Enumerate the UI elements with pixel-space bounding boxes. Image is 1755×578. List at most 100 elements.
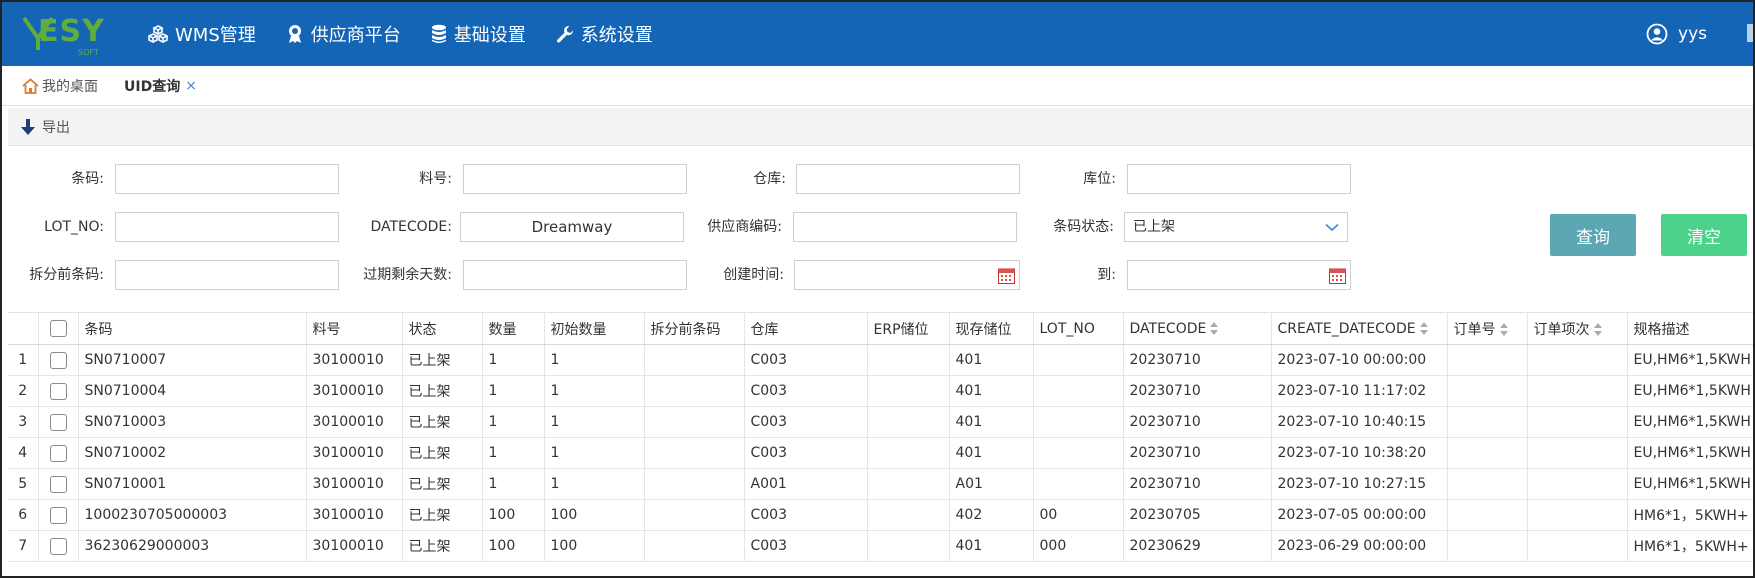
partno-input[interactable] bbox=[463, 164, 687, 194]
row-checkbox[interactable] bbox=[38, 499, 79, 531]
table-cell bbox=[1447, 375, 1528, 407]
created-time-label: 创建时间: bbox=[723, 267, 784, 283]
expiry-days-input[interactable] bbox=[463, 260, 687, 290]
column-header[interactable]: LOT_NO bbox=[1033, 312, 1124, 345]
table-cell bbox=[1527, 406, 1628, 438]
calendar-icon[interactable] bbox=[998, 267, 1015, 284]
barcode-status-label: 条码状态: bbox=[1053, 219, 1114, 235]
edge-icon[interactable] bbox=[1747, 24, 1753, 42]
row-checkbox[interactable] bbox=[38, 344, 79, 376]
location-input[interactable] bbox=[1127, 164, 1351, 194]
column-header[interactable]: 规格描述 bbox=[1627, 312, 1753, 345]
logo: ESY SOFT bbox=[20, 14, 120, 57]
sort-icon[interactable] bbox=[1210, 322, 1219, 335]
logo-text: ESY bbox=[38, 14, 105, 49]
nav-wms[interactable]: WMS管理 bbox=[148, 21, 256, 47]
table-cell: 401 bbox=[949, 437, 1034, 469]
row-checkbox[interactable] bbox=[38, 468, 79, 500]
table-cell bbox=[1447, 406, 1528, 438]
table-cell: 1 bbox=[482, 344, 545, 376]
table-row[interactable]: 6 1000230705000003 30100010 已上架 100 100 C003 40… bbox=[8, 499, 1753, 531]
database-icon bbox=[431, 24, 446, 43]
table-cell bbox=[867, 499, 950, 531]
column-header[interactable]: 状态 bbox=[402, 312, 483, 345]
row-checkbox[interactable] bbox=[38, 437, 79, 469]
clear-button[interactable]: 清空 bbox=[1661, 214, 1747, 256]
location-label: 库位: bbox=[1083, 171, 1116, 187]
table-cell: A001 bbox=[744, 468, 868, 500]
table-cell: 20230710 bbox=[1123, 344, 1272, 376]
table-row[interactable]: 3 SN0710003 30100010 已上架 1 1 C003 401 20230710 20… bbox=[8, 406, 1753, 438]
datecode-label: DATECODE: bbox=[370, 219, 452, 235]
table-cell: SN0710004 bbox=[78, 375, 307, 407]
row-checkbox[interactable] bbox=[38, 375, 79, 407]
calendar-icon[interactable] bbox=[1329, 267, 1346, 284]
column-header-create-datecode[interactable]: CREATE_DATECODE bbox=[1271, 312, 1448, 345]
column-header[interactable]: 拆分前条码 bbox=[644, 312, 745, 345]
row-checkbox[interactable] bbox=[38, 530, 79, 562]
nav-wms-label: WMS管理 bbox=[175, 25, 256, 46]
supplier-code-input[interactable] bbox=[793, 212, 1017, 242]
table-cell bbox=[1527, 499, 1628, 531]
nav-basic-settings[interactable]: 基础设置 bbox=[431, 21, 526, 47]
table-cell: 1 bbox=[482, 468, 545, 500]
table-cell bbox=[644, 468, 745, 500]
sort-icon[interactable] bbox=[1499, 323, 1508, 336]
user-menu[interactable]: yys bbox=[1646, 2, 1707, 66]
row-checkbox[interactable] bbox=[38, 406, 79, 438]
table-cell: 30100010 bbox=[306, 437, 403, 469]
created-time-from-input[interactable] bbox=[794, 260, 1020, 290]
column-header[interactable]: 数量 bbox=[482, 312, 545, 345]
table-cell: SN0710007 bbox=[78, 344, 307, 376]
barcode-input[interactable] bbox=[115, 164, 339, 194]
table-cell: 30100010 bbox=[306, 499, 403, 531]
created-time-to-input[interactable] bbox=[1127, 260, 1351, 290]
column-header[interactable]: 初始数量 bbox=[544, 312, 645, 345]
table-cell bbox=[1033, 406, 1124, 438]
column-header[interactable]: 条码 bbox=[78, 312, 307, 345]
chevron-down-icon bbox=[1325, 223, 1339, 231]
query-button[interactable]: 查询 bbox=[1550, 214, 1636, 256]
nav-basic-settings-label: 基础设置 bbox=[453, 25, 526, 46]
table-row[interactable]: 5 SN0710001 30100010 已上架 1 1 A001 A01 20230710 20… bbox=[8, 468, 1753, 500]
table-cell: 已上架 bbox=[402, 344, 483, 376]
table-cell bbox=[644, 530, 745, 562]
table-cell: C003 bbox=[744, 406, 868, 438]
sort-icon[interactable] bbox=[1593, 323, 1602, 336]
column-header-order-no[interactable]: 订单号 bbox=[1447, 312, 1528, 345]
table-cell bbox=[1527, 344, 1628, 376]
nav-system-settings[interactable]: 系统设置 bbox=[556, 21, 653, 47]
warehouse-input[interactable] bbox=[796, 164, 1020, 194]
lotno-input[interactable] bbox=[115, 212, 339, 242]
nav-supplier[interactable]: 供应商平台 bbox=[286, 21, 401, 47]
table-cell: C003 bbox=[744, 499, 868, 531]
select-all-checkbox[interactable] bbox=[38, 312, 79, 345]
table-row[interactable]: 7 36230629000003 30100010 已上架 100 100 C003 401 0… bbox=[8, 530, 1753, 562]
table-cell: 已上架 bbox=[402, 499, 483, 531]
column-header[interactable]: 仓库 bbox=[744, 312, 868, 345]
tab-desktop[interactable]: 我的桌面 bbox=[22, 76, 98, 96]
table-row[interactable]: 4 SN0710002 30100010 已上架 1 1 C003 401 20230710 20… bbox=[8, 437, 1753, 469]
table-row[interactable]: 1 SN0710007 30100010 已上架 1 1 C003 401 20230710 20… bbox=[8, 344, 1753, 376]
tab-uid-query-label: UID查询 bbox=[124, 78, 181, 95]
column-header[interactable]: 料号 bbox=[306, 312, 403, 345]
table-cell: 1 bbox=[482, 406, 545, 438]
column-header-label: CREATE_DATECODE bbox=[1277, 320, 1416, 337]
export-button[interactable]: 导出 bbox=[20, 117, 70, 137]
table-cell: 100 bbox=[544, 499, 645, 531]
row-number: 7 bbox=[8, 530, 39, 562]
barcode-status-select[interactable]: 已上架 bbox=[1124, 212, 1348, 242]
table-cell: 已上架 bbox=[402, 530, 483, 562]
column-header[interactable]: ERP储位 bbox=[867, 312, 950, 345]
column-header[interactable]: 现存储位 bbox=[949, 312, 1034, 345]
presplit-barcode-input[interactable] bbox=[115, 260, 339, 290]
table-row[interactable]: 2 SN0710004 30100010 已上架 1 1 C003 401 20230710 20… bbox=[8, 375, 1753, 407]
column-header-datecode[interactable]: DATECODE bbox=[1123, 312, 1272, 345]
tab-uid-query[interactable]: UID查询 × bbox=[124, 76, 197, 96]
tab-close-icon[interactable]: × bbox=[185, 78, 197, 94]
sort-icon[interactable] bbox=[1419, 322, 1428, 335]
column-header-order-item[interactable]: 订单项次 bbox=[1527, 312, 1628, 345]
tab-bar: 我的桌面 UID查询 × bbox=[2, 66, 1753, 106]
table-cell: 30100010 bbox=[306, 344, 403, 376]
datecode-input[interactable]: Dreamway bbox=[460, 212, 684, 242]
